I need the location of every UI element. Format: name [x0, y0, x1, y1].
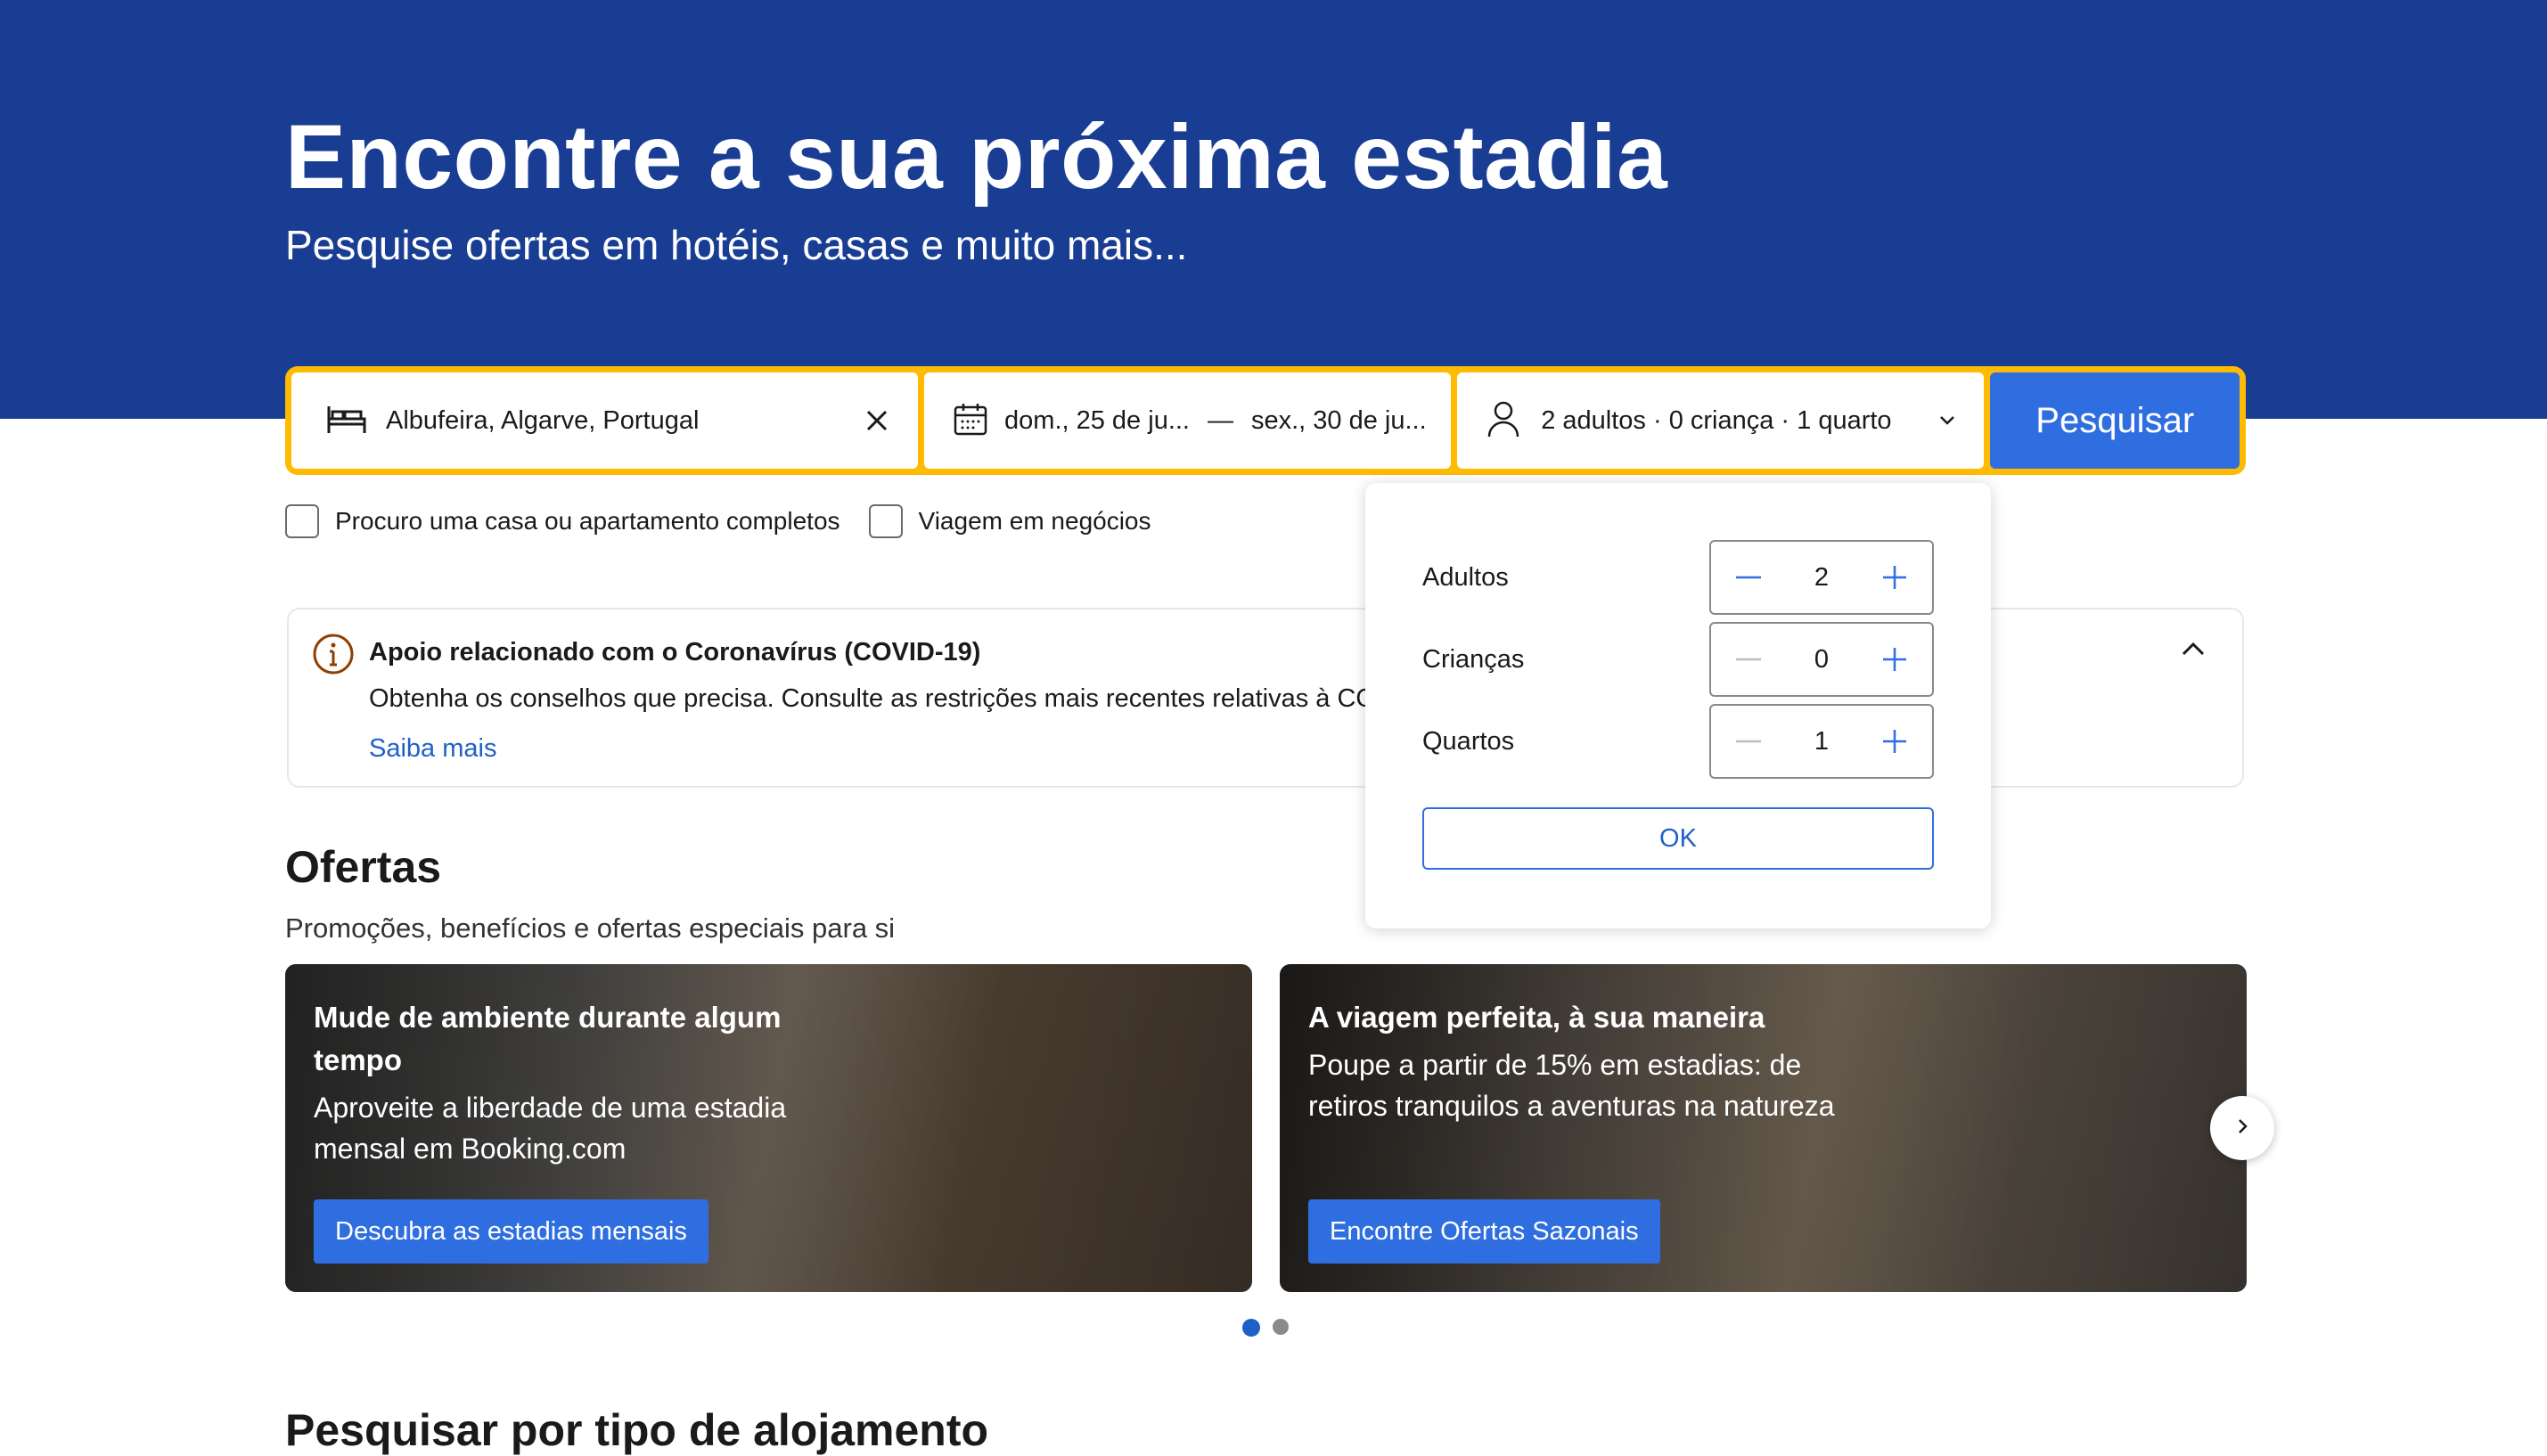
- offers-title: Ofertas: [285, 842, 442, 892]
- adults-label: Adultos: [1422, 562, 1509, 592]
- destination-field[interactable]: Albufeira, Algarve, Portugal: [291, 372, 919, 469]
- children-stepper: 0: [1709, 622, 1934, 697]
- chevron-down-icon: [1937, 410, 1957, 434]
- search-bar: Albufeira, Algarve, Portugal dom., 25 de…: [285, 366, 2246, 475]
- card-title: A viagem perfeita, à sua maneira: [1308, 1001, 1765, 1034]
- offer-card[interactable]: A viagem perfeita, à sua maneira Poupe a…: [1280, 964, 2247, 1292]
- carousel-dot[interactable]: [1273, 1319, 1289, 1335]
- carousel-dot-active[interactable]: [1242, 1319, 1260, 1337]
- search-options: Procuro uma casa ou apartamento completo…: [285, 504, 1180, 538]
- children-value: 0: [1814, 644, 1830, 674]
- adults-value: 2: [1814, 562, 1830, 592]
- guests-value: 2 adultos · 0 criança · 1 quarto: [1541, 405, 1892, 435]
- rooms-row: Quartos 1: [1422, 704, 1934, 779]
- covid-text: Obtenha os conselhos que precisa. Consul…: [369, 684, 1438, 713]
- rooms-stepper: 1: [1709, 704, 1934, 779]
- learn-more-link[interactable]: Saiba mais: [369, 734, 496, 764]
- minus-icon[interactable]: [1731, 642, 1766, 677]
- plus-icon[interactable]: [1877, 560, 1912, 595]
- occupancy-popup: Adultos 2 Crianças 0 Quartos 1 OK: [1365, 483, 1991, 928]
- minus-icon[interactable]: [1731, 724, 1766, 759]
- children-row: Crianças 0: [1422, 622, 1934, 697]
- section-title: Pesquisar por tipo de alojamento: [285, 1405, 989, 1455]
- checkbox-entire-home[interactable]: Procuro uma casa ou apartamento completo…: [285, 504, 840, 538]
- guests-field[interactable]: 2 adultos · 0 criança · 1 quarto: [1457, 372, 1985, 469]
- checkout-value: sex., 30 de ju...: [1251, 405, 1427, 435]
- checkbox[interactable]: [285, 504, 319, 538]
- card-text: Aproveite a liberdade de uma estadia men…: [314, 1092, 787, 1166]
- monthly-stays-button[interactable]: Descubra as estadias mensais: [314, 1199, 708, 1264]
- card-title: Mude de ambiente durante algum tempo: [314, 1001, 782, 1076]
- checkbox-business-trip[interactable]: Viagem em negócios: [868, 504, 1151, 538]
- page-title: Encontre a sua próxima estadia: [285, 106, 1668, 208]
- carousel-pagination: [1242, 1319, 1289, 1337]
- page-subtitle: Pesquise ofertas em hotéis, casas e muit…: [285, 222, 1188, 268]
- seasonal-offers-button[interactable]: Encontre Ofertas Sazonais: [1308, 1199, 1660, 1264]
- destination-value: Albufeira, Algarve, Portugal: [386, 405, 700, 435]
- carousel-next-button[interactable]: [2210, 1096, 2274, 1160]
- chevron-right-icon: [2232, 1117, 2252, 1141]
- date-separator: —: [1208, 405, 1233, 435]
- children-label: Crianças: [1422, 644, 1525, 674]
- search-button[interactable]: Pesquisar: [1990, 372, 2240, 469]
- adults-stepper: 2: [1709, 540, 1934, 615]
- checkin-value: dom., 25 de ju...: [1004, 405, 1190, 435]
- checkbox-label: Viagem em negócios: [918, 507, 1151, 535]
- adults-row: Adultos 2: [1422, 540, 1934, 615]
- person-icon: [1486, 399, 1521, 443]
- bed-icon: [325, 401, 368, 441]
- plus-icon[interactable]: [1877, 642, 1912, 677]
- card-text: Poupe a partir de 15% em estadias: de re…: [1308, 1049, 1835, 1123]
- minus-icon[interactable]: [1731, 560, 1766, 595]
- offer-card[interactable]: Mude de ambiente durante algum tempo Apr…: [285, 964, 1252, 1292]
- rooms-label: Quartos: [1422, 726, 1515, 756]
- rooms-value: 1: [1814, 726, 1830, 756]
- checkbox[interactable]: [868, 504, 903, 538]
- dates-field[interactable]: dom., 25 de ju... — sex., 30 de ju...: [924, 372, 1452, 469]
- hero-banner: Encontre a sua próxima estadia Pesquise …: [0, 0, 2547, 419]
- covid-title: Apoio relacionado com o Coronavírus (COV…: [369, 638, 981, 667]
- checkbox-label: Procuro uma casa ou apartamento completo…: [335, 507, 840, 535]
- offers-subtitle: Promoções, benefícios e ofertas especiai…: [285, 912, 896, 944]
- info-icon: [312, 633, 355, 680]
- chevron-up-icon[interactable]: [2180, 636, 2207, 667]
- close-icon[interactable]: [863, 406, 891, 435]
- ok-button[interactable]: OK: [1422, 807, 1934, 870]
- plus-icon[interactable]: [1877, 724, 1912, 759]
- calendar-icon: [953, 401, 988, 441]
